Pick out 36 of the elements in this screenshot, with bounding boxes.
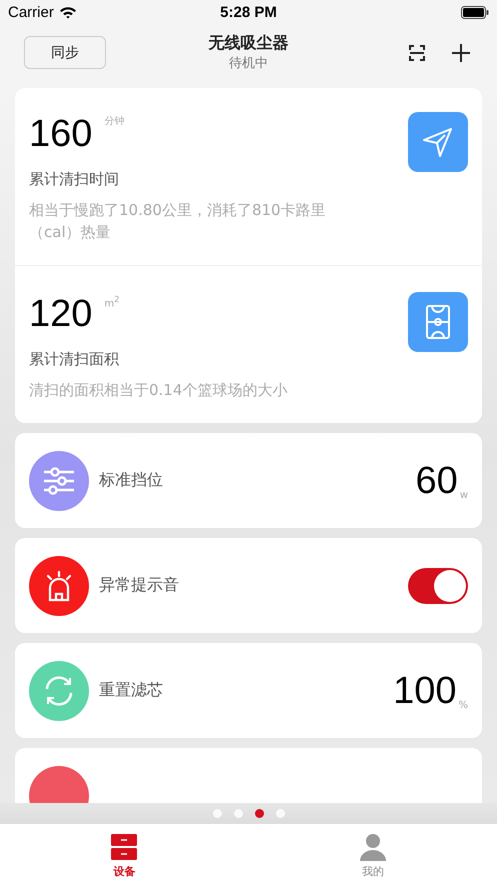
stat-description: 相当于慢跑了10.80公里，消耗了810卡路里（cal）热量: [29, 200, 327, 243]
device-icon: [110, 833, 138, 861]
device-status: 待机中: [229, 55, 268, 72]
stat-label: 累计清扫面积: [29, 350, 120, 369]
setting-unit: w: [460, 490, 468, 500]
stat-unit: m$^{2}$: [104, 294, 120, 310]
stat-unit: 分钟: [104, 114, 124, 128]
tab-item[interactable]: 设备: [0, 824, 248, 883]
person-icon: [358, 833, 387, 861]
stat-value: 160: [29, 112, 92, 156]
stat-label: 累计清扫时间: [29, 170, 120, 189]
toggle-switch[interactable]: [408, 568, 468, 604]
device-title: 无线吸尘器: [208, 33, 288, 54]
page-dot[interactable]: [234, 809, 242, 818]
stat-description: 清扫的面积相当于0.14个篮球场的大小: [29, 380, 288, 401]
setting-label: 标准挡位: [99, 470, 164, 491]
alarm-light-icon: [44, 570, 74, 602]
scan-icon[interactable]: [409, 44, 425, 60]
page-dot[interactable]: [254, 809, 264, 818]
clock-time: 5:28 PM: [220, 4, 277, 21]
stat-value: 120: [29, 292, 92, 336]
carrier-text: Carrier: [8, 4, 54, 21]
wifi-icon: [58, 6, 77, 19]
court-icon[interactable]: [425, 304, 451, 340]
sliders-icon: [42, 466, 76, 496]
add-icon[interactable]: [451, 42, 471, 62]
page-dot[interactable]: [276, 809, 284, 818]
battery-icon: [461, 6, 489, 19]
tab-item[interactable]: 我的: [248, 824, 497, 883]
setting-value: 60: [416, 460, 458, 500]
setting-label: 重置滤芯: [99, 680, 164, 701]
page-dot[interactable]: [212, 809, 222, 818]
setting-label: 异常提示音: [99, 575, 180, 596]
sync-button[interactable]: 同步: [24, 36, 106, 69]
setting-unit: %: [458, 700, 468, 710]
setting-value: 100: [393, 670, 456, 710]
